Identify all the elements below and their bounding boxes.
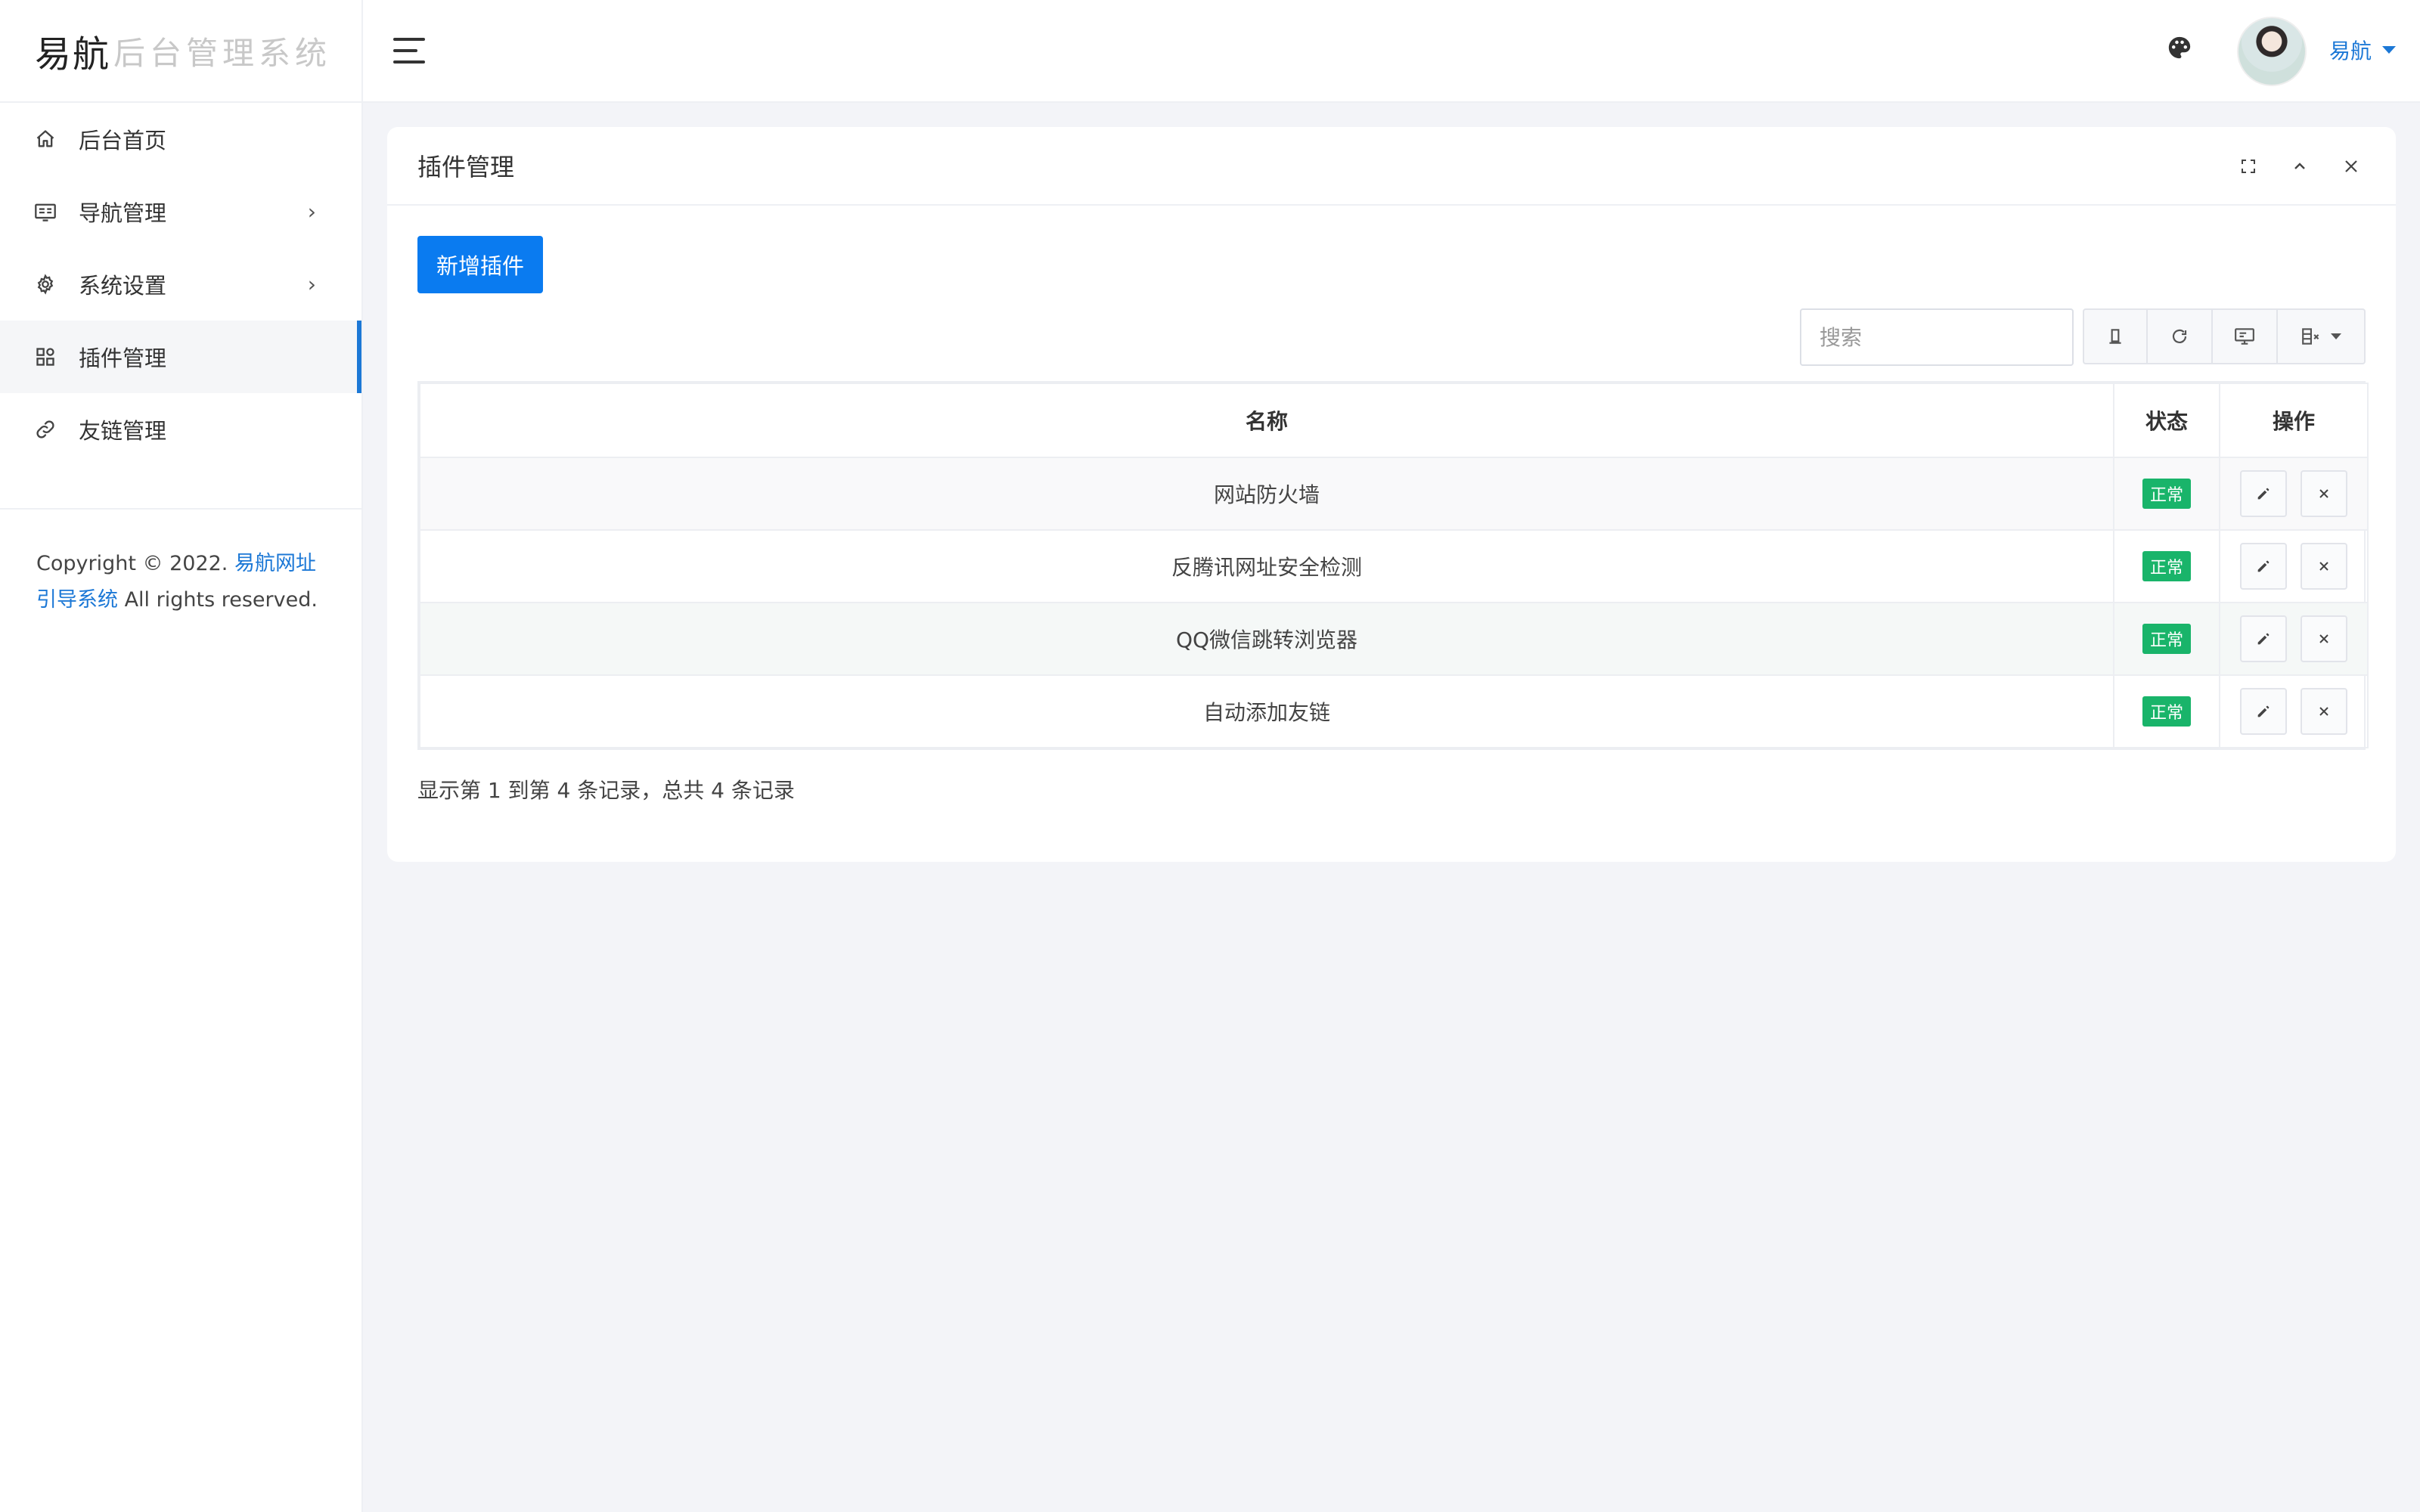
plugin-name: 自动添加友链 (419, 674, 2114, 748)
user-name: 易航 (2329, 39, 2372, 64)
sidebar-item-settings[interactable]: 系统设置 › (0, 248, 361, 321)
collapse-icon[interactable] (2288, 155, 2311, 178)
status-cell: 正常 (2113, 529, 2220, 603)
brand-logo[interactable]: 易航 后台管理系统 (0, 0, 361, 103)
toggle-view-icon[interactable] (2213, 308, 2278, 364)
actions-cell (2219, 529, 2369, 603)
table-row[interactable]: QQ微信跳转浏览器 正常 (419, 602, 2369, 676)
plugin-name: 反腾讯网址安全检测 (419, 529, 2114, 603)
palette-icon[interactable] (2167, 35, 2197, 65)
delete-icon[interactable] (2301, 688, 2348, 735)
status-badge: 正常 (2142, 551, 2191, 581)
sidebar: 易航 后台管理系统 后台首页 导航管理 › 系统设置 › 插件管理 友链管理 C… (0, 0, 363, 1512)
copyright-suffix: All rights reserved. (118, 588, 318, 612)
page-title: 插件管理 (417, 153, 515, 181)
brand-name: 易航 (35, 33, 111, 76)
plugin-name: 网站防火墙 (419, 457, 2114, 531)
table-tools (2083, 308, 2366, 366)
refresh-icon[interactable] (2148, 308, 2213, 364)
table-row[interactable]: 反腾讯网址安全检测 正常 (419, 529, 2369, 603)
pagination-info: 显示第 1 到第 4 条记录，总共 4 条记录 (417, 778, 795, 803)
sidebar-item-home[interactable]: 后台首页 (0, 103, 361, 175)
gear-icon (33, 272, 57, 296)
column-header-name[interactable]: 名称 (419, 383, 2114, 458)
edit-icon[interactable] (2239, 688, 2287, 735)
edit-icon[interactable] (2239, 543, 2287, 590)
column-header-actions: 操作 (2219, 383, 2369, 458)
plugin-name: QQ微信跳转浏览器 (419, 602, 2114, 676)
actions-cell (2219, 457, 2369, 531)
avatar[interactable] (2237, 17, 2307, 86)
status-badge: 正常 (2142, 696, 2191, 727)
table-header-row: 名称 状态 操作 (419, 383, 2369, 458)
delete-icon[interactable] (2301, 543, 2348, 590)
actions-cell (2219, 674, 2369, 748)
sidebar-menu: 后台首页 导航管理 › 系统设置 › 插件管理 友链管理 (0, 103, 361, 466)
sidebar-item-label: 友链管理 (79, 418, 167, 444)
navigation-icon (33, 200, 57, 224)
search-input[interactable] (1800, 308, 2074, 366)
status-badge: 正常 (2142, 624, 2191, 654)
sidebar-item-label: 后台首页 (79, 128, 167, 153)
table-toolbar (1800, 308, 2366, 366)
sidebar-item-label: 插件管理 (79, 345, 167, 371)
caret-down-icon (2382, 46, 2397, 54)
status-cell: 正常 (2113, 457, 2220, 531)
columns-icon[interactable] (2278, 308, 2366, 364)
status-badge: 正常 (2142, 479, 2191, 509)
sidebar-item-label: 系统设置 (79, 273, 167, 299)
status-cell: 正常 (2113, 602, 2220, 676)
sidebar-item-navigation[interactable]: 导航管理 › (0, 175, 361, 248)
chevron-right-icon: › (307, 271, 316, 297)
plugin-card: 插件管理 新增插件 搜索 名称 状态 操作 网站防火墙 正常 反腾讯网址安全检测… (387, 127, 2396, 862)
edit-icon[interactable] (2239, 470, 2287, 517)
home-icon (33, 127, 57, 151)
add-plugin-button[interactable]: 新增插件 (417, 236, 543, 293)
link-icon (33, 417, 57, 442)
card-tools (2237, 127, 2363, 206)
grid-icon (33, 345, 57, 369)
table-row[interactable]: 自动添加友链 正常 (419, 674, 2369, 748)
menu-toggle-icon[interactable] (393, 38, 425, 64)
actions-cell (2219, 602, 2369, 676)
sidebar-item-plugins[interactable]: 插件管理 (0, 321, 361, 393)
delete-icon[interactable] (2301, 615, 2348, 662)
chevron-right-icon: › (307, 199, 316, 225)
card-header: 插件管理 (387, 127, 2396, 206)
delete-icon[interactable] (2301, 470, 2348, 517)
toggle-pagination-icon[interactable] (2083, 308, 2148, 364)
column-header-status[interactable]: 状态 (2113, 383, 2220, 458)
sidebar-item-label: 导航管理 (79, 200, 167, 226)
sidebar-item-friendlinks[interactable]: 友链管理 (0, 393, 361, 466)
status-cell: 正常 (2113, 674, 2220, 748)
edit-icon[interactable] (2239, 615, 2287, 662)
copyright: Copyright © 2022. 易航网址引导系统 All rights re… (0, 510, 361, 618)
close-icon[interactable] (2340, 155, 2363, 178)
copyright-prefix: Copyright © 2022. (36, 552, 234, 575)
brand-subtitle: 后台管理系统 (113, 34, 332, 72)
plugins-table: 名称 状态 操作 网站防火墙 正常 反腾讯网址安全检测 正常 QQ微信跳转浏览器… (417, 381, 2369, 750)
table-row[interactable]: 网站防火墙 正常 (419, 457, 2369, 531)
fullscreen-icon[interactable] (2237, 155, 2260, 178)
topbar: 易航 (363, 0, 2420, 103)
user-menu[interactable]: 易航 (2329, 35, 2397, 65)
